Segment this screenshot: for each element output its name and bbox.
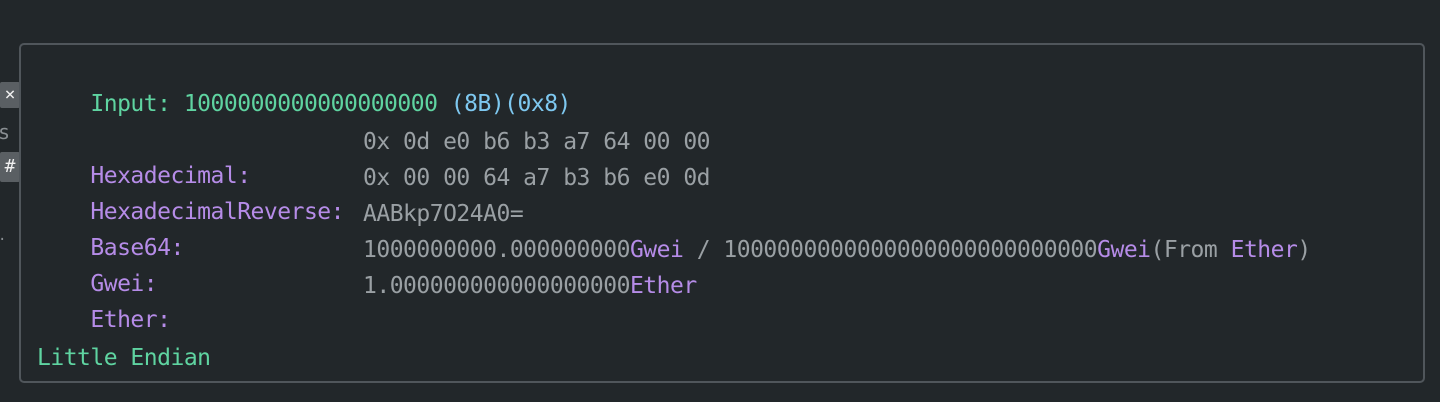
close-icon[interactable]: × [0,82,20,108]
input-label: Input: [90,91,184,117]
gwei-unit: Gwei [629,237,684,263]
gwei-value: 1000000000.000000000Gwei / 1000000000000… [363,233,1311,267]
gwei-from-ether-unit: Gwei [1097,237,1151,263]
hex-value: 0x 0d e0 b6 b3 a7 64 00 00 [363,129,711,155]
ether-row: Ether: 1.000000000000000000Ether [37,269,697,333]
gutter-partial-text: s [0,120,11,144]
hash-icon[interactable]: # [0,152,20,182]
gwei-from-close: ) [1297,237,1311,263]
gwei-separator: / [683,237,724,263]
gwei-from-unit: Ether [1230,237,1298,263]
endianness-label: Little Endian [37,345,211,371]
hex-reverse-row: HexadecimalReverse: 0x 00 00 64 a7 b3 b6… [37,161,710,225]
hex-reverse-value: 0x 00 00 64 a7 b3 b6 e0 0d [363,165,711,191]
base64-row: Base64: AABkp7O24A0= [37,197,523,261]
input-row: Input: 1000000000000000000 (8B)(0x8) [37,53,571,117]
gwei-from-open: (From [1150,237,1231,263]
ether-value: 1.000000000000000000Ether [363,269,697,303]
hover-tooltip: Input: 1000000000000000000 (8B)(0x8) Hex… [19,43,1425,383]
base64-value: AABkp7O24A0= [363,201,524,227]
gwei-number: 1000000000.000000000 [363,237,630,263]
gwei-from-ether-number: 1000000000000000000000000000 [723,237,1098,263]
input-value: 1000000000000000000 [183,91,438,117]
gutter-partial-text: . [0,228,6,244]
gwei-row: Gwei: 1000000000.000000000Gwei / 1000000… [37,233,1311,297]
ether-unit: Ether [629,273,697,299]
ether-number: 1.000000000000000000 [363,273,630,299]
hex-row: Hexadecimal: 0x 0d e0 b6 b3 a7 64 00 00 [37,125,710,189]
input-meta: (8B)(0x8) [437,91,572,117]
code-line[interactable]: '1000000000000000000'; [4,4,323,71]
ether-label: Ether: [90,307,171,333]
